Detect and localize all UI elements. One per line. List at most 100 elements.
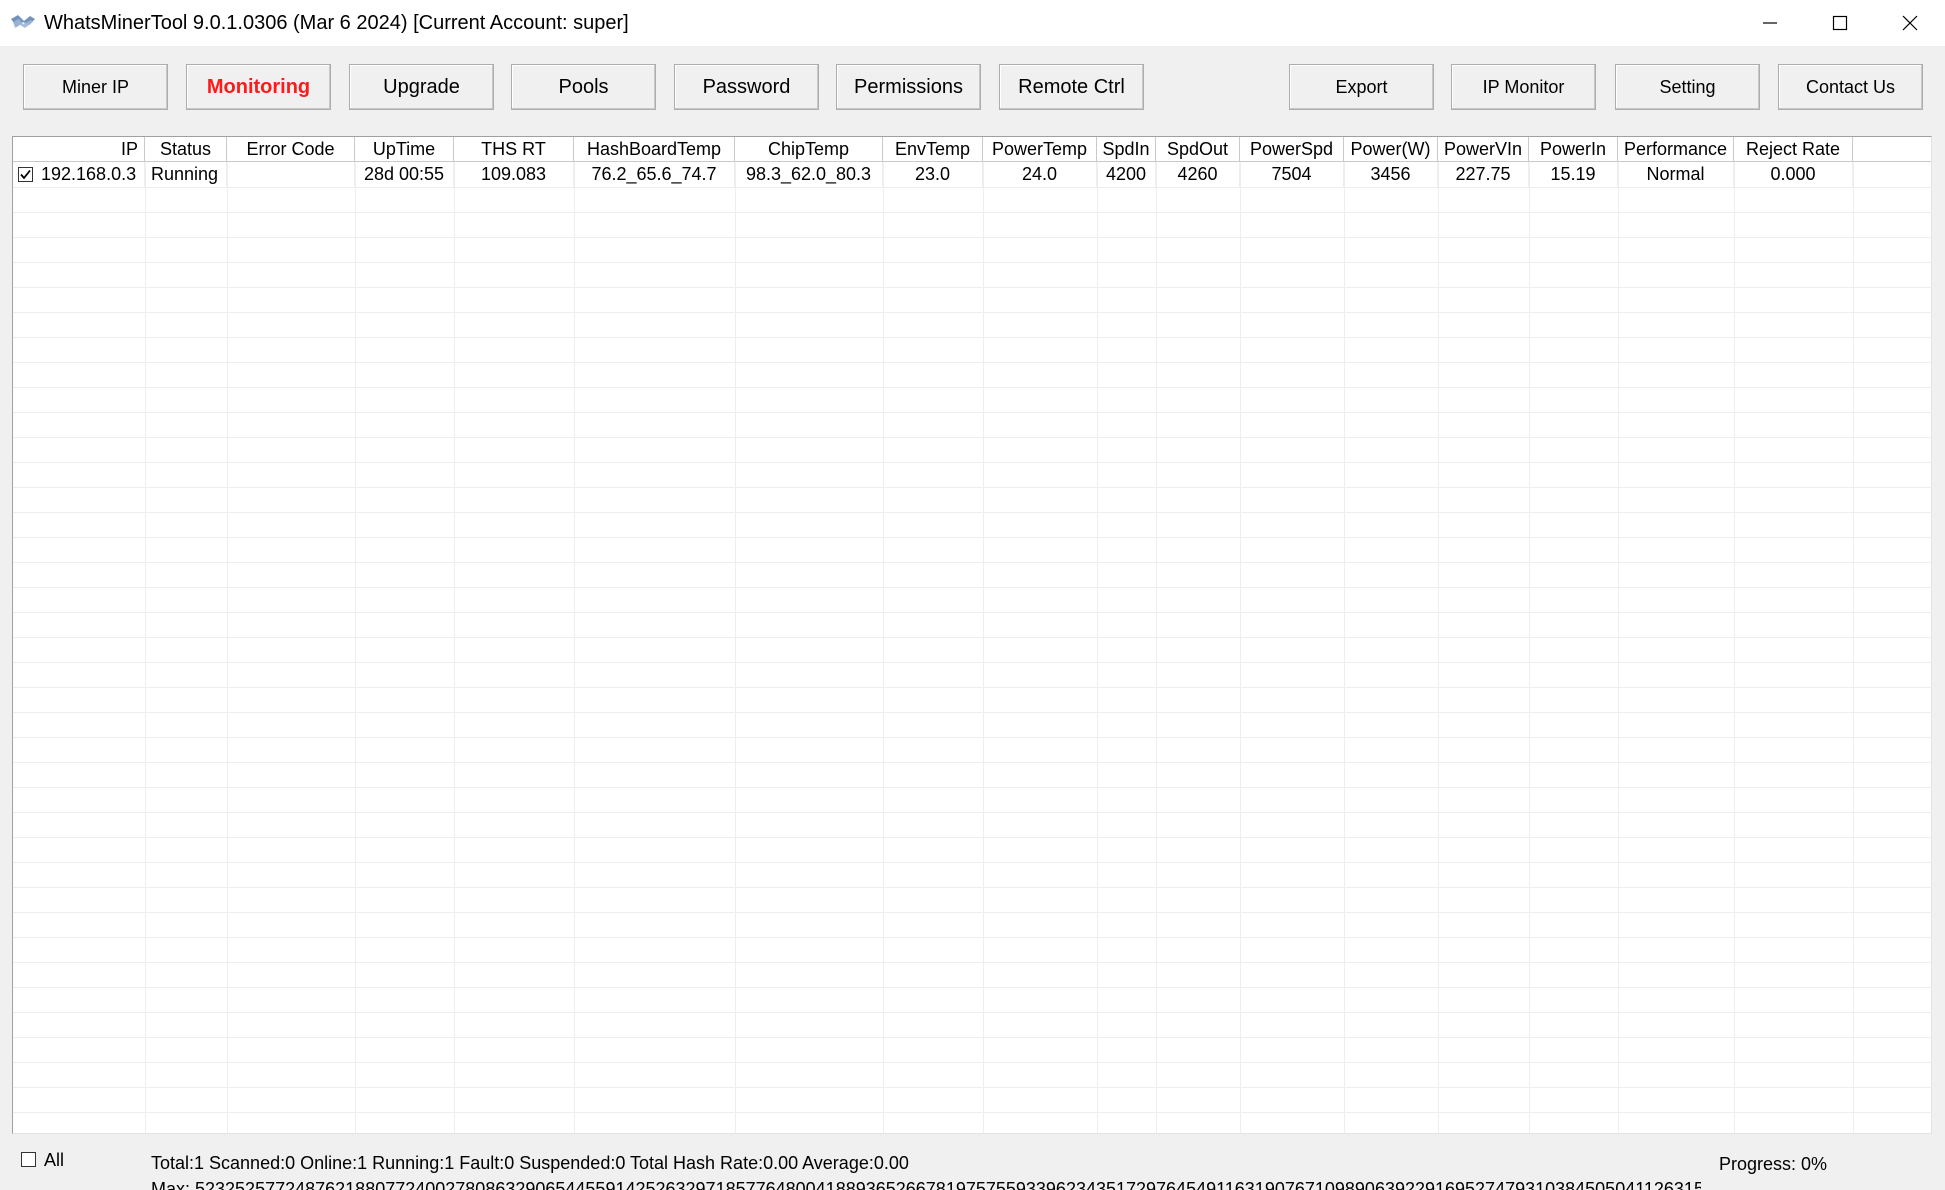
ip-monitor-button[interactable]: IP Monitor xyxy=(1451,64,1596,110)
empty-row xyxy=(13,412,1931,438)
empty-row xyxy=(13,762,1931,788)
export-button[interactable]: Export xyxy=(1289,64,1434,110)
cell-ths-rt: 109.083 xyxy=(454,162,574,187)
cell-powervin: 227.75 xyxy=(1438,162,1529,187)
empty-row xyxy=(13,512,1931,538)
contact-us-button[interactable]: Contact Us xyxy=(1778,64,1923,110)
cell-hashboardtemp: 76.2_65.6_74.7 xyxy=(574,162,735,187)
col-status[interactable]: Status xyxy=(145,137,227,161)
select-all-label[interactable]: All xyxy=(44,1150,64,1171)
miner-table[interactable]: IP Status Error Code UpTime THS RT HashB… xyxy=(12,136,1932,1134)
toolbar: Miner IP Monitoring Upgrade Pools Passwo… xyxy=(0,46,1945,132)
empty-row xyxy=(13,712,1931,738)
cell-envtemp: 23.0 xyxy=(883,162,983,187)
remote-ctrl-button[interactable]: Remote Ctrl xyxy=(999,64,1144,110)
pools-button[interactable]: Pools xyxy=(511,64,656,110)
empty-row xyxy=(13,562,1931,588)
cell-spdin: 4200 xyxy=(1097,162,1156,187)
col-powertemp[interactable]: PowerTemp xyxy=(983,137,1097,161)
empty-row xyxy=(13,987,1931,1013)
cell-reject-rate: 0.000 xyxy=(1734,162,1853,187)
empty-row xyxy=(13,187,1931,213)
password-button[interactable]: Password xyxy=(674,64,819,110)
select-all-checkbox[interactable] xyxy=(21,1152,36,1167)
status-bar: All Total:1 Scanned:0 Online:1 Running:1… xyxy=(0,1134,1945,1190)
col-powervin[interactable]: PowerVIn xyxy=(1438,137,1529,161)
row-checkbox[interactable] xyxy=(18,167,33,182)
app-logo-icon xyxy=(10,13,36,33)
cell-powertemp: 24.0 xyxy=(983,162,1097,187)
col-uptime[interactable]: UpTime xyxy=(355,137,454,161)
empty-row xyxy=(13,612,1931,638)
progress-text: Progress: 0% xyxy=(1719,1154,1828,1174)
empty-row xyxy=(13,637,1931,663)
empty-row xyxy=(13,212,1931,238)
empty-row xyxy=(13,1012,1931,1038)
cell-chiptemp: 98.3_62.0_80.3 xyxy=(735,162,883,187)
col-powerin[interactable]: PowerIn xyxy=(1529,137,1618,161)
setting-button[interactable]: Setting xyxy=(1615,64,1760,110)
maximize-button[interactable] xyxy=(1805,0,1875,46)
col-reject-rate[interactable]: Reject Rate xyxy=(1734,137,1853,161)
col-performance[interactable]: Performance xyxy=(1618,137,1734,161)
cell-status: Running xyxy=(145,162,227,187)
empty-row xyxy=(13,587,1931,613)
empty-row xyxy=(13,287,1931,313)
cell-uptime: 28d 00:55 xyxy=(355,162,454,187)
col-chiptemp[interactable]: ChipTemp xyxy=(735,137,883,161)
cell-spdout: 4260 xyxy=(1156,162,1240,187)
col-hashboardtemp[interactable]: HashBoardTemp xyxy=(574,137,735,161)
window-title: WhatsMinerTool 9.0.1.0306 (Mar 6 2024) [… xyxy=(44,11,629,34)
col-spdout[interactable]: SpdOut xyxy=(1156,137,1240,161)
cell-performance: Normal xyxy=(1618,162,1734,187)
col-spdin[interactable]: SpdIn xyxy=(1097,137,1156,161)
minimize-icon xyxy=(1763,22,1777,24)
empty-row xyxy=(13,487,1931,513)
mac-text: Max: 52325257724876218807724002780863290… xyxy=(151,1179,1701,1190)
cell-power-w: 3456 xyxy=(1344,162,1438,187)
empty-row xyxy=(13,262,1931,288)
col-ip[interactable]: IP xyxy=(13,137,145,161)
empty-row xyxy=(13,1087,1931,1113)
empty-row xyxy=(13,937,1931,963)
empty-row xyxy=(13,687,1931,713)
empty-row xyxy=(13,362,1931,388)
empty-row xyxy=(13,337,1931,363)
close-button[interactable] xyxy=(1875,0,1945,46)
empty-row xyxy=(13,812,1931,838)
table-header: IP Status Error Code UpTime THS RT HashB… xyxy=(13,137,1931,162)
empty-row xyxy=(13,237,1931,263)
empty-row xyxy=(13,437,1931,463)
empty-row xyxy=(13,962,1931,988)
summary-text: Total:1 Scanned:0 Online:1 Running:1 Fau… xyxy=(151,1153,909,1173)
empty-row xyxy=(13,662,1931,688)
minimize-button[interactable] xyxy=(1735,0,1805,46)
empty-row xyxy=(13,837,1931,863)
empty-row xyxy=(13,1037,1931,1063)
col-powerspd[interactable]: PowerSpd xyxy=(1240,137,1344,161)
col-envtemp[interactable]: EnvTemp xyxy=(883,137,983,161)
upgrade-button[interactable]: Upgrade xyxy=(349,64,494,110)
empty-row xyxy=(13,1062,1931,1088)
empty-row xyxy=(13,787,1931,813)
maximize-icon xyxy=(1832,15,1848,31)
permissions-button[interactable]: Permissions xyxy=(836,64,981,110)
col-power-w[interactable]: Power(W) xyxy=(1344,137,1438,161)
cell-powerin: 15.19 xyxy=(1529,162,1618,187)
table-row[interactable]: 192.168.0.3 Running 28d 00:55 109.083 76… xyxy=(13,162,1931,188)
empty-row xyxy=(13,462,1931,488)
miner-ip-button[interactable]: Miner IP xyxy=(23,64,168,110)
empty-row xyxy=(13,312,1931,338)
col-error-code[interactable]: Error Code xyxy=(227,137,355,161)
empty-row xyxy=(13,912,1931,938)
cell-error-code xyxy=(227,162,355,187)
cell-powerspd: 7504 xyxy=(1240,162,1344,187)
empty-row xyxy=(13,737,1931,763)
col-ths-rt[interactable]: THS RT xyxy=(454,137,574,161)
monitoring-button[interactable]: Monitoring xyxy=(186,64,331,110)
close-icon xyxy=(1902,15,1918,31)
empty-row xyxy=(13,1112,1931,1133)
empty-row xyxy=(13,537,1931,563)
title-bar: WhatsMinerTool 9.0.1.0306 (Mar 6 2024) [… xyxy=(0,0,1945,46)
empty-row xyxy=(13,387,1931,413)
